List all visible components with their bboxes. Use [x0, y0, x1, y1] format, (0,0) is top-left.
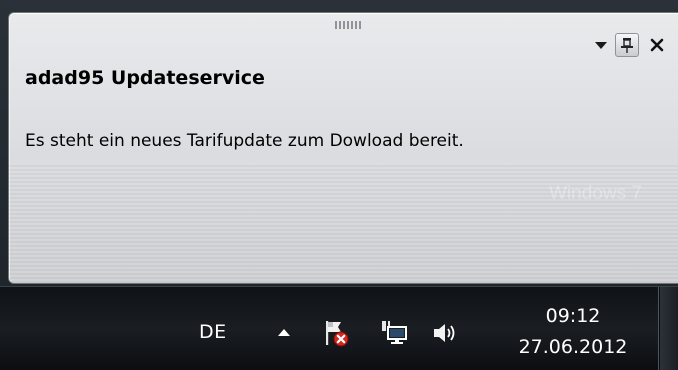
- close-icon: [650, 38, 664, 52]
- taskbar: DE 09:12 27.06.2012: [0, 286, 678, 370]
- clock[interactable]: 09:12 27.06.2012: [503, 301, 643, 363]
- watermark-text: Windows 7: [549, 183, 642, 204]
- notification-popup[interactable]: adad95 Updateservice Es steht ein neues …: [8, 12, 678, 284]
- pin-icon: [621, 38, 633, 53]
- show-desktop-button[interactable]: [658, 287, 678, 370]
- action-center-flag-error-icon: [326, 321, 349, 347]
- notification-title: adad95 Updateservice: [25, 67, 265, 89]
- network-button[interactable]: [378, 317, 410, 349]
- volume-button[interactable]: [428, 317, 460, 349]
- close-button[interactable]: [645, 33, 669, 57]
- show-hidden-icons-arrow-icon: [278, 329, 290, 336]
- action-center-button[interactable]: [320, 317, 352, 349]
- show-hidden-icons-button[interactable]: [268, 317, 300, 349]
- network-icon: [382, 321, 407, 344]
- clock-time: 09:12: [545, 305, 601, 327]
- menu-dropdown-button[interactable]: [591, 33, 611, 57]
- desktop: adad95 Updateservice Es steht ein neues …: [0, 0, 678, 370]
- pin-button[interactable]: [615, 33, 639, 57]
- grip-icon[interactable]: [335, 21, 363, 29]
- notification-message: Es steht ein neues Tarifupdate zum Dowlo…: [25, 131, 464, 151]
- dropdown-arrow-icon: [595, 42, 607, 49]
- volume-icon: [434, 324, 455, 342]
- clock-date: 27.06.2012: [518, 336, 628, 358]
- language-indicator[interactable]: DE: [199, 321, 227, 343]
